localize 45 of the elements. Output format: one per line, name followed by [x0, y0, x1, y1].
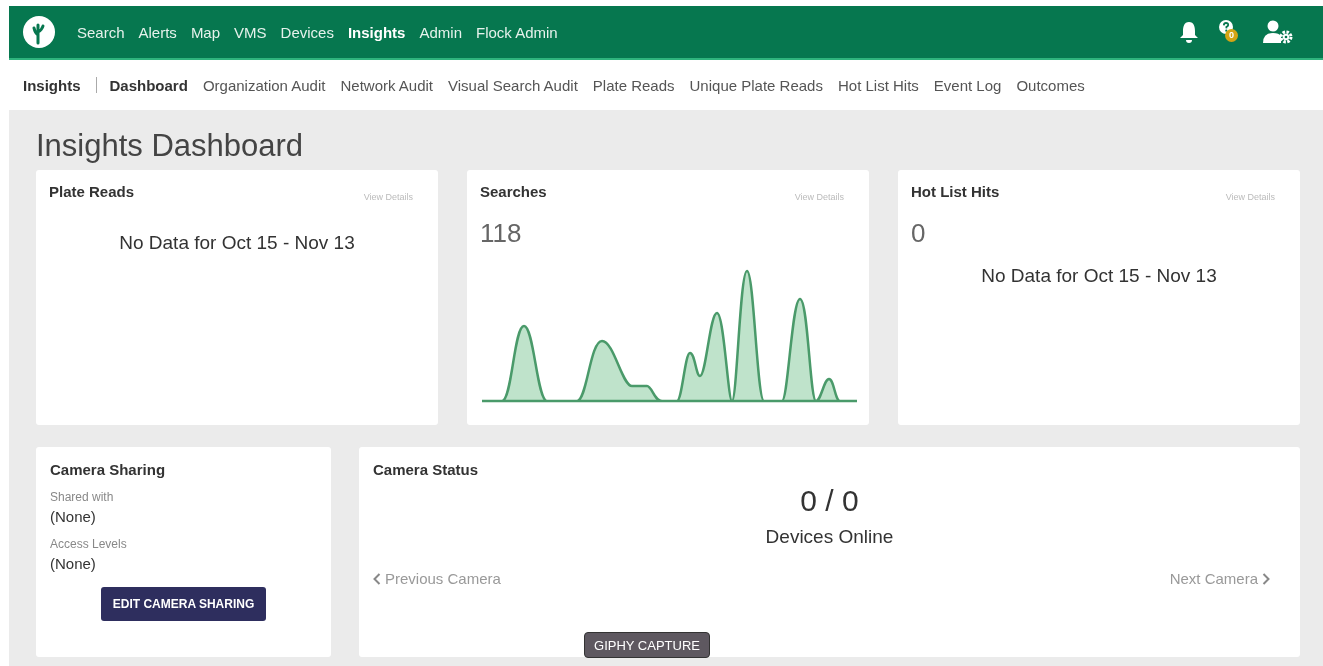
field-value: (None): [50, 508, 96, 525]
bell-icon[interactable]: [1179, 21, 1199, 43]
devices-online-label: Devices Online: [765, 526, 894, 548]
devices-count: 0 / 0: [800, 484, 859, 518]
chevron-right-icon: [1262, 572, 1270, 585]
subnav-link[interactable]: Unique Plate Reads: [689, 76, 823, 94]
subnav-link[interactable]: Organization Audit: [202, 76, 326, 94]
card-title: Searches: [480, 183, 547, 200]
previous-camera-link[interactable]: Previous Camera: [373, 570, 501, 587]
notification-badge: 0: [1225, 29, 1238, 42]
section-label: Insights: [23, 76, 81, 94]
nav-link[interactable]: VMS: [234, 23, 267, 41]
nav-link[interactable]: Insights: [347, 23, 406, 41]
subnav-link[interactable]: Visual Search Audit: [448, 76, 578, 94]
card-title: Camera Sharing: [50, 461, 166, 478]
subnav-link[interactable]: Network Audit: [340, 76, 433, 94]
subnav-link[interactable]: Hot List Hits: [837, 76, 919, 94]
edit-camera-sharing-button[interactable]: EDIT CAMERA SHARING: [100, 587, 267, 621]
no-data-message: No Data for Oct 15 - Nov 13: [980, 265, 1218, 287]
nav-link[interactable]: Alerts: [138, 23, 177, 41]
no-data-message: No Data for Oct 15 - Nov 13: [118, 232, 356, 254]
chevron-left-icon: [373, 572, 381, 585]
nav-link[interactable]: Search: [77, 23, 125, 41]
field-label: Shared with: [50, 490, 114, 504]
next-camera-link[interactable]: Next Camera: [1169, 570, 1270, 587]
tree-logo-icon[interactable]: [23, 16, 55, 48]
nav-link[interactable]: Flock Admin: [476, 23, 558, 41]
field-value: (None): [50, 555, 96, 572]
user-settings-icon[interactable]: [1263, 20, 1293, 44]
count-value: 0: [911, 218, 927, 249]
card-title: Plate Reads: [49, 183, 135, 200]
count-value: 118: [480, 218, 523, 249]
field-label: Access Levels: [50, 537, 127, 551]
nav-link[interactable]: Map: [190, 23, 221, 41]
card-title: Hot List Hits: [911, 183, 1000, 200]
tooltip: GIPHY CAPTURE: [584, 632, 710, 658]
page-title: Insights Dashboard: [36, 128, 305, 164]
subnav-link[interactable]: Plate Reads: [592, 76, 675, 94]
subnav-link[interactable]: Event Log: [933, 76, 1002, 94]
nav-link[interactable]: Admin: [419, 23, 462, 41]
help-icon[interactable]: [1219, 20, 1233, 34]
nav-link[interactable]: Devices: [280, 23, 334, 41]
card-title: Camera Status: [373, 461, 479, 478]
subnav-link[interactable]: Outcomes: [1016, 76, 1085, 94]
subnav-link[interactable]: Dashboard: [109, 76, 188, 94]
